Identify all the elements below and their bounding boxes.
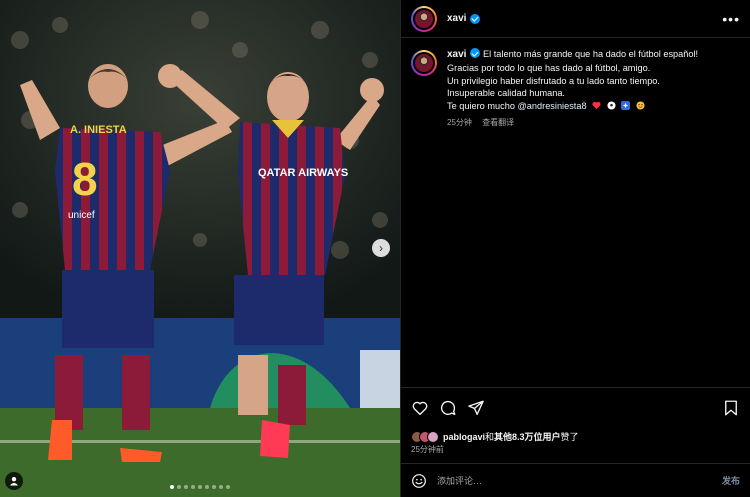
- author-avatar[interactable]: [411, 5, 437, 32]
- caption-meta: 25分钟 查看翻译: [447, 117, 698, 130]
- carousel-dot: [212, 485, 216, 489]
- jersey-name-text: A. INIESTA: [70, 124, 127, 136]
- sparkles-emoji-icon: [621, 101, 631, 111]
- post-details-panel: xavi ••• xavi El talento más grande que …: [400, 0, 750, 497]
- comment-input[interactable]: [437, 475, 722, 486]
- action-bar: [401, 387, 750, 427]
- verified-badge-icon: [470, 13, 481, 24]
- caption-line: xavi El talento más grande que ha dado e…: [447, 48, 698, 62]
- see-translation-link[interactable]: 查看翻译: [482, 118, 514, 127]
- comment-bubble-icon[interactable]: [439, 399, 457, 417]
- post-timestamp[interactable]: 25分钟前: [411, 444, 444, 455]
- carousel-dot: [184, 485, 188, 489]
- mention-link[interactable]: @andresiniesta8: [517, 101, 586, 111]
- likes-summary[interactable]: pablogavi和其他8.3万位用户赞了: [411, 430, 579, 443]
- jersey-number-text: 8: [72, 153, 98, 205]
- more-options-icon[interactable]: •••: [722, 12, 740, 26]
- carousel-dot: [191, 485, 195, 489]
- likes-suffix: 赞了: [560, 432, 579, 442]
- smiling-face-emoji-icon: [636, 101, 645, 110]
- likes-joiner: 和: [485, 432, 495, 442]
- caption-author-username[interactable]: xavi: [447, 49, 466, 60]
- post-header: xavi •••: [401, 0, 750, 38]
- carousel-dot: [205, 485, 209, 489]
- carousel-dot: [177, 485, 181, 489]
- comment-composer: 发布: [401, 463, 750, 497]
- caption-time: 25分钟: [447, 117, 472, 127]
- post-comment-button[interactable]: 发布: [722, 474, 740, 487]
- heart-emoji-icon: [592, 102, 601, 110]
- carousel-dot: [198, 485, 202, 489]
- chevron-right-icon: ›: [379, 241, 383, 255]
- caption: xavi El talento más grande que ha dado e…: [411, 48, 740, 130]
- post-photo: A. INIESTA 8 unicef QATAR AIRWAYS: [0, 0, 400, 497]
- author-username[interactable]: xavi: [447, 13, 466, 24]
- likes-others-count[interactable]: 其他8.3万位用户: [494, 432, 561, 442]
- comments-section: xavi El talento más grande que ha dado e…: [401, 38, 750, 387]
- soccer-ball-emoji-icon: [607, 101, 616, 110]
- next-image-button[interactable]: ›: [372, 239, 390, 257]
- caption-body: xavi El talento más grande que ha dado e…: [447, 48, 698, 130]
- save-bookmark-icon[interactable]: [722, 399, 740, 417]
- share-paper-plane-icon[interactable]: [467, 399, 485, 417]
- caption-text-line-4: Te quiero mucho @andresiniesta8: [447, 100, 698, 113]
- caption-text-line-1: Gracias por todo lo que has dado al fútb…: [447, 62, 651, 73]
- caption-text-line-2: Un privilegio haber disfrutado a tu lado…: [447, 75, 660, 86]
- caption-text-line-3: Insuperable calidad humana.: [447, 88, 565, 99]
- jersey-sponsor-left: unicef: [68, 210, 95, 221]
- carousel-dot: [170, 485, 174, 489]
- caption-author-avatar[interactable]: [411, 50, 437, 76]
- liker-username[interactable]: pablogavi: [443, 432, 485, 442]
- caption-last-line-prefix: Te quiero mucho: [447, 101, 518, 112]
- jersey-sponsor-right: QATAR AIRWAYS: [258, 167, 348, 179]
- carousel-dot: [219, 485, 223, 489]
- liker-avatars: [411, 430, 439, 443]
- post-media[interactable]: A. INIESTA 8 unicef QATAR AIRWAYS ›: [0, 0, 400, 497]
- emoji-picker-icon[interactable]: [411, 473, 427, 489]
- carousel-indicator: [0, 485, 400, 489]
- like-heart-icon[interactable]: [411, 399, 429, 417]
- caption-text-line-0: El talento más grande que ha dado el fút…: [483, 49, 699, 59]
- verified-badge-icon: [470, 48, 481, 58]
- carousel-dot: [226, 485, 230, 489]
